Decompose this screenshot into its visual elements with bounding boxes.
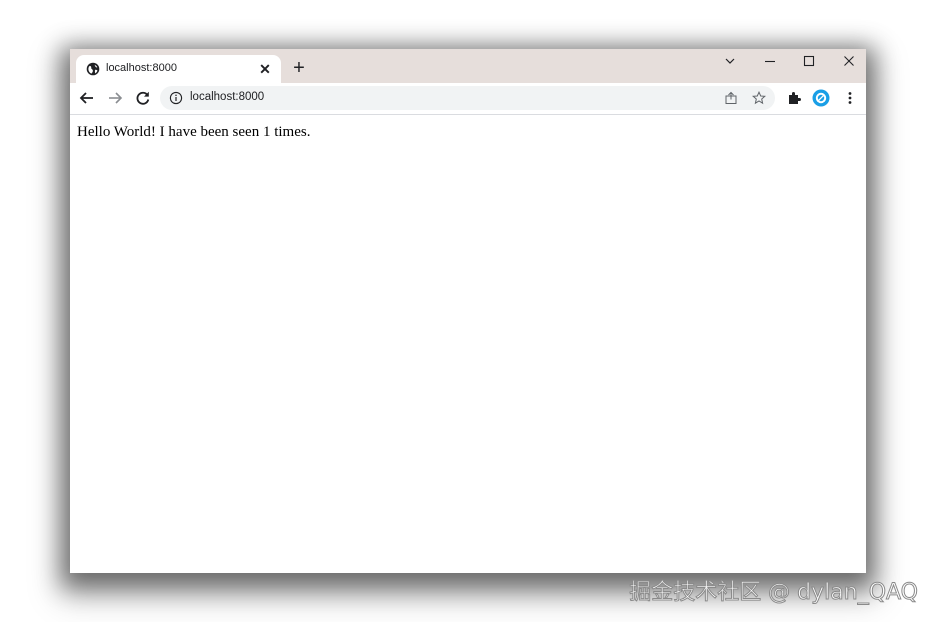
info-icon[interactable] bbox=[169, 91, 183, 105]
window-close-button[interactable] bbox=[834, 51, 864, 71]
page-body-text: Hello World! I have been seen 1 times. bbox=[77, 124, 311, 140]
screenshot-stage: localhost:8000 ✕ + localhost:8000 Hello … bbox=[0, 0, 936, 622]
browser-window: localhost:8000 ✕ + localhost:8000 Hello … bbox=[70, 49, 866, 573]
close-icon bbox=[844, 56, 854, 66]
bookmark-star-icon[interactable] bbox=[752, 91, 766, 105]
browser-tab[interactable]: localhost:8000 ✕ bbox=[76, 55, 281, 83]
browser-toolbar: localhost:8000 bbox=[70, 83, 866, 115]
page-viewport: Hello World! I have been seen 1 times. bbox=[70, 115, 866, 573]
profile-avatar-icon[interactable] bbox=[811, 88, 831, 108]
tab-search-chevron-icon[interactable] bbox=[715, 51, 745, 71]
new-tab-button[interactable]: + bbox=[289, 58, 309, 78]
back-arrow-icon[interactable] bbox=[76, 87, 98, 109]
forward-arrow-icon[interactable] bbox=[104, 87, 126, 109]
tab-strip: localhost:8000 ✕ + bbox=[70, 49, 866, 83]
maximize-icon bbox=[803, 55, 815, 67]
kebab-menu-icon[interactable] bbox=[840, 88, 860, 108]
globe-icon bbox=[86, 62, 100, 76]
minimize-button[interactable] bbox=[755, 51, 785, 71]
address-bar[interactable]: localhost:8000 bbox=[160, 86, 775, 110]
url-text[interactable]: localhost:8000 bbox=[190, 91, 264, 103]
minimize-icon bbox=[765, 60, 775, 63]
extensions-puzzle-icon[interactable] bbox=[784, 88, 804, 108]
tab-close-icon[interactable]: ✕ bbox=[257, 61, 273, 77]
tab-title: localhost:8000 bbox=[106, 62, 177, 74]
share-icon[interactable] bbox=[724, 91, 738, 105]
watermark: 掘金技术社区 @ dylan_QAQ bbox=[629, 580, 919, 606]
maximize-button[interactable] bbox=[794, 51, 824, 71]
chevron-down-icon bbox=[725, 58, 735, 64]
reload-icon[interactable] bbox=[132, 87, 154, 109]
